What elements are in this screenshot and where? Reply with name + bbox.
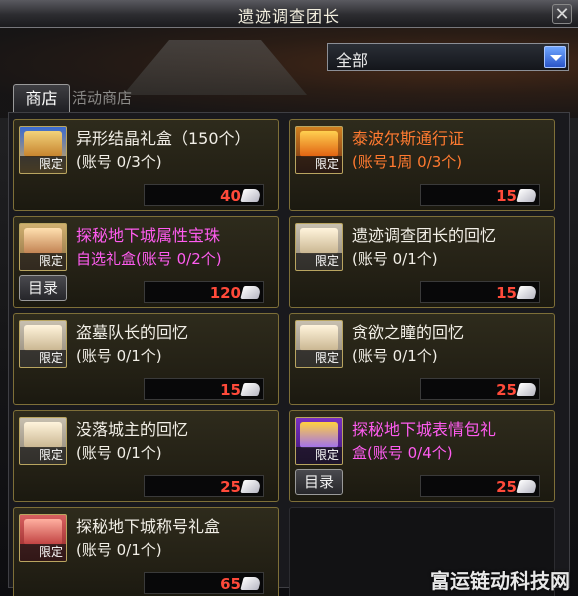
price-box: 15 <box>420 184 540 206</box>
price-box: 25 <box>144 475 264 497</box>
item-card[interactable]: 限定 异形结晶礼盒（150个） (账号 0/3个) 40 <box>13 119 279 211</box>
item-limit: (账号 0/1个) <box>352 250 438 268</box>
currency-icon <box>240 189 262 202</box>
item-price: 40 <box>220 187 241 205</box>
item-price: 120 <box>209 284 241 302</box>
currency-icon <box>516 383 538 396</box>
catalog-button[interactable]: 目录 <box>295 469 343 495</box>
memory-scroll-icon: 限定 <box>295 223 343 271</box>
watermark: 富运链动科技网 <box>430 569 570 593</box>
currency-icon <box>240 480 262 493</box>
price-box: 120 <box>144 281 264 303</box>
tab-shop[interactable]: 商店 <box>13 84 70 113</box>
item-limit: 盒(账号 0/4个) <box>352 444 453 462</box>
pass-ticket-icon: 限定 <box>295 126 343 174</box>
item-price: 25 <box>496 478 517 496</box>
shop-window: 遗迹调查团长 ✕ 全部 商店 活动商店 限定 异形结晶礼盒（150个） (账号 … <box>0 0 578 596</box>
price-box: 25 <box>420 475 540 497</box>
item-limit: (账号 0/1个) <box>352 347 438 365</box>
item-limit: (账号1周 0/3个) <box>352 153 463 171</box>
price-box: 15 <box>144 378 264 400</box>
item-card[interactable]: 限定 泰波尔斯通行证 (账号1周 0/3个) 15 <box>289 119 555 211</box>
item-limit: (账号 0/1个) <box>76 347 162 365</box>
item-name: 遗迹调查团长的回忆 <box>352 226 497 245</box>
tab-event-shop[interactable]: 活动商店 <box>72 87 132 108</box>
item-card[interactable]: 限定 目录 探秘地下城属性宝珠 自选礼盒(账号 0/2个) 120 <box>13 216 279 308</box>
item-card[interactable]: 限定 探秘地下城称号礼盒 (账号 0/1个) 65 <box>13 507 279 596</box>
item-card[interactable]: 限定 贪欲之瞳的回忆 (账号 0/1个) 25 <box>289 313 555 405</box>
currency-icon <box>240 286 262 299</box>
currency-icon <box>516 189 538 202</box>
item-card[interactable]: 限定 遗迹调查团长的回忆 (账号 0/1个) 15 <box>289 216 555 308</box>
close-button[interactable]: ✕ <box>552 4 572 25</box>
memory-scroll-icon: 限定 <box>19 320 67 368</box>
item-limit: (账号 0/1个) <box>76 444 162 462</box>
emote-gift-icon: 限定 <box>295 417 343 465</box>
item-grid: 限定 异形结晶礼盒（150个） (账号 0/3个) 40 限定 泰波尔斯通行证 … <box>8 112 570 596</box>
gift-box-icon: 限定 <box>19 126 67 174</box>
gift-box-icon: 限定 <box>19 223 67 271</box>
item-limit: (账号 0/3个) <box>76 153 162 171</box>
item-card[interactable]: 限定 没落城主的回忆 (账号 0/1个) 25 <box>13 410 279 502</box>
item-price: 25 <box>220 478 241 496</box>
item-price: 15 <box>496 187 517 205</box>
item-price: 15 <box>496 284 517 302</box>
price-box: 40 <box>144 184 264 206</box>
memory-scroll-icon: 限定 <box>19 417 67 465</box>
price-box: 25 <box>420 378 540 400</box>
memory-scroll-icon: 限定 <box>295 320 343 368</box>
item-limit: (账号 0/1个) <box>76 541 162 559</box>
item-name: 没落城主的回忆 <box>76 420 189 439</box>
item-price: 65 <box>220 575 241 593</box>
item-card[interactable]: 限定 盗墓队长的回忆 (账号 0/1个) 15 <box>13 313 279 405</box>
item-name: 盗墓队长的回忆 <box>76 323 189 342</box>
currency-icon <box>240 383 262 396</box>
currency-icon <box>240 577 262 590</box>
category-selected: 全部 <box>336 51 369 70</box>
item-price: 15 <box>220 381 241 399</box>
close-icon[interactable]: ✕ <box>554 4 569 25</box>
currency-icon <box>516 286 538 299</box>
chevron-down-icon[interactable] <box>544 46 566 68</box>
item-name: 泰波尔斯通行证 <box>352 129 465 148</box>
window-title: 遗迹调查团长 <box>237 7 340 26</box>
item-price: 25 <box>496 381 517 399</box>
item-name: 探秘地下城表情包礼 <box>352 420 497 439</box>
item-name: 探秘地下城属性宝珠 <box>76 226 221 245</box>
item-card[interactable]: 限定 目录 探秘地下城表情包礼 盒(账号 0/4个) 25 <box>289 410 555 502</box>
item-name: 探秘地下城称号礼盒 <box>76 517 221 536</box>
category-dropdown[interactable]: 全部 <box>327 43 569 71</box>
currency-icon <box>516 480 538 493</box>
price-box: 15 <box>420 281 540 303</box>
item-limit: 自选礼盒(账号 0/2个) <box>76 250 222 268</box>
item-name: 贪欲之瞳的回忆 <box>352 323 465 342</box>
item-name: 异形结晶礼盒（150个） <box>76 129 251 148</box>
price-box: 65 <box>144 572 264 594</box>
title-bar[interactable]: 遗迹调查团长 ✕ <box>0 0 578 28</box>
title-gift-icon: 限定 <box>19 514 67 562</box>
catalog-button[interactable]: 目录 <box>19 275 67 301</box>
